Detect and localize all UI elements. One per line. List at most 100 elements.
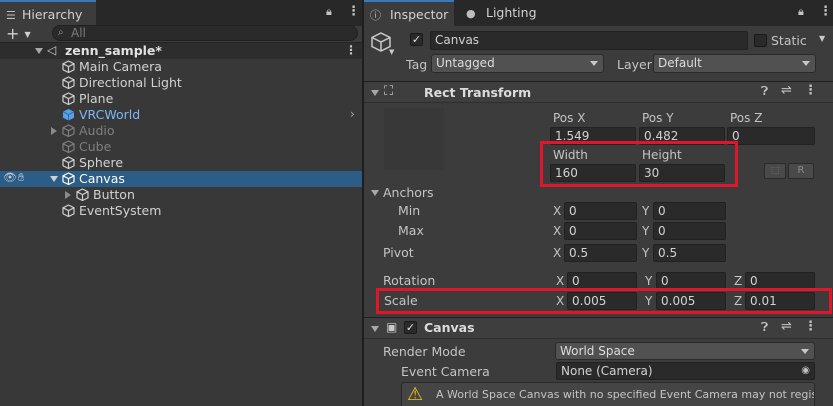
event-camera-field[interactable]: None (Camera) ◉ xyxy=(556,362,815,380)
foldout-icon[interactable] xyxy=(371,326,379,332)
width-height-highlight xyxy=(540,141,738,187)
tab-hierarchy[interactable]: ☰ Hierarchy xyxy=(0,0,96,26)
min-x-field[interactable]: 0 xyxy=(564,202,637,220)
max-y-field[interactable]: 0 xyxy=(653,222,726,240)
item-label: Plane xyxy=(79,91,114,106)
scene-menu-icon[interactable]: ⋮ xyxy=(345,43,357,57)
pos-z-label: Pos Z xyxy=(730,111,763,125)
pivot-label: Pivot xyxy=(383,245,414,260)
min-label: Min xyxy=(398,203,421,218)
foldout-icon[interactable] xyxy=(371,90,379,96)
preset-icon[interactable]: ⇌ xyxy=(781,319,792,334)
anchors-label: Anchors xyxy=(383,185,434,200)
gameobject-icon xyxy=(62,204,75,218)
hierarchy-item-main-camera[interactable]: Main Camera xyxy=(62,59,162,75)
pivot-x-field[interactable]: 0.5 xyxy=(564,244,637,262)
render-mode-dropdown[interactable]: World Space xyxy=(555,342,815,360)
add-button[interactable]: + ▼ xyxy=(6,24,31,43)
canvas-enabled-checkbox[interactable]: ✓ xyxy=(404,321,417,334)
tab-inspector[interactable]: ⓘ Inspector xyxy=(364,0,454,26)
gameobject-icon xyxy=(62,140,75,154)
max-y-axis-label: Y xyxy=(642,224,650,238)
pos-y-label: Pos Y xyxy=(642,111,674,125)
max-x-field[interactable]: 0 xyxy=(564,222,637,240)
min-y-field[interactable]: 0 xyxy=(653,202,726,220)
hierarchy-item-eventsystem[interactable]: EventSystem xyxy=(62,203,161,219)
scene-foldout-icon[interactable] xyxy=(35,48,43,54)
static-dropdown-icon[interactable]: ▼ xyxy=(819,34,825,43)
info-icon: ⓘ xyxy=(370,9,381,22)
rect-transform-icon: ⛶ xyxy=(384,84,394,99)
anchor-preset-button[interactable] xyxy=(384,108,444,170)
blueprint-mode-button[interactable]: ⬚ xyxy=(764,163,786,179)
rot-z-axis-label: Z xyxy=(734,274,743,288)
kebab-menu-icon[interactable]: ⋮ xyxy=(347,4,360,19)
help-icon[interactable]: ❓︎ xyxy=(761,320,768,335)
component-menu-icon[interactable]: ⋮ xyxy=(804,319,817,334)
tag-dropdown[interactable]: Untagged xyxy=(431,54,604,73)
lock-icon[interactable]: 🔒︎ xyxy=(798,5,804,19)
event-camera-value: None (Camera) xyxy=(561,364,653,378)
gameobject-icon xyxy=(62,76,75,90)
hierarchy-item-vrcworld[interactable]: VRCWorld xyxy=(62,107,140,123)
item-label: Audio xyxy=(79,123,115,138)
tag-label: Tag xyxy=(406,57,428,72)
help-icon[interactable]: ❓︎ xyxy=(761,84,768,99)
visibility-eye-icon[interactable]: 👁︎ xyxy=(3,171,17,184)
event-camera-label: Event Camera xyxy=(401,364,490,379)
chevron-down-icon xyxy=(802,61,810,66)
item-label: Sphere xyxy=(79,155,124,170)
pivot-y-field[interactable]: 0.5 xyxy=(653,244,726,262)
hierarchy-item-plane[interactable]: Plane xyxy=(62,91,113,107)
hierarchy-search-input[interactable]: ⌕ All xyxy=(52,25,358,41)
pickable-hand-icon[interactable]: ✋︎ xyxy=(18,171,24,185)
object-picker-icon[interactable]: ◉ xyxy=(801,363,810,379)
kebab-menu-icon[interactable]: ⋮ xyxy=(819,4,832,19)
hierarchy-panel: ☰ Hierarchy 🔒︎ ⋮ + ▼ ⌕ All ◁ zenn_sample… xyxy=(0,0,362,406)
hierarchy-item-directional-light[interactable]: Directional Light xyxy=(62,75,182,91)
inspector-tab-label: Inspector xyxy=(389,7,449,22)
lighting-icon: ● xyxy=(466,7,476,20)
pos-x-label: Pos X xyxy=(553,111,586,125)
hierarchy-item-sphere[interactable]: Sphere xyxy=(62,155,123,171)
item-label: Directional Light xyxy=(79,75,182,90)
rot-y-axis-label: Y xyxy=(645,274,653,288)
chevron-right-icon[interactable]: › xyxy=(350,107,355,121)
pivot-y-axis-label: Y xyxy=(642,246,650,260)
raw-edit-button[interactable]: R xyxy=(788,163,814,179)
search-placeholder: All xyxy=(71,26,86,40)
hierarchy-item-canvas[interactable]: Canvas xyxy=(62,171,125,187)
max-x-axis-label: X xyxy=(553,224,562,238)
gameobject-icon xyxy=(62,60,75,74)
hierarchy-item-audio[interactable]: Audio xyxy=(62,123,115,139)
max-label: Max xyxy=(398,223,424,238)
object-name-input[interactable]: Canvas xyxy=(430,31,748,50)
foldout-button-icon[interactable] xyxy=(65,191,71,199)
icon-dropdown-icon[interactable]: ▼ xyxy=(389,48,394,56)
rotation-label: Rotation xyxy=(383,273,436,288)
item-label: Cube xyxy=(79,139,112,154)
pos-z-field[interactable]: 0 xyxy=(727,127,815,145)
min-x-axis-label: X xyxy=(553,204,562,218)
chevron-down-icon xyxy=(590,61,598,66)
layer-dropdown[interactable]: Default xyxy=(653,54,816,73)
active-checkbox[interactable]: ✓ xyxy=(410,33,423,46)
tab-lighting[interactable]: ● Lighting xyxy=(460,0,540,26)
layer-value: Default xyxy=(658,56,702,70)
static-checkbox[interactable] xyxy=(754,34,767,47)
pivot-x-axis-label: X xyxy=(553,246,562,260)
scale-highlight xyxy=(376,288,832,314)
component-menu-icon[interactable]: ⋮ xyxy=(804,83,817,98)
hierarchy-item-cube[interactable]: Cube xyxy=(62,139,111,155)
item-label: Button xyxy=(93,187,135,202)
hierarchy-item-button[interactable]: Button xyxy=(76,187,135,203)
lock-icon[interactable]: 🔒︎ xyxy=(326,5,332,19)
hierarchy-tab-label: Hierarchy xyxy=(21,7,83,22)
preset-icon[interactable]: ⇌ xyxy=(781,83,792,98)
foldout-audio-icon[interactable] xyxy=(51,127,57,135)
min-y-axis-label: Y xyxy=(642,204,650,218)
foldout-canvas-icon[interactable] xyxy=(50,176,58,182)
render-mode-value: World Space xyxy=(560,344,635,358)
anchors-foldout-icon[interactable] xyxy=(371,190,379,196)
item-label: Canvas xyxy=(79,171,125,186)
